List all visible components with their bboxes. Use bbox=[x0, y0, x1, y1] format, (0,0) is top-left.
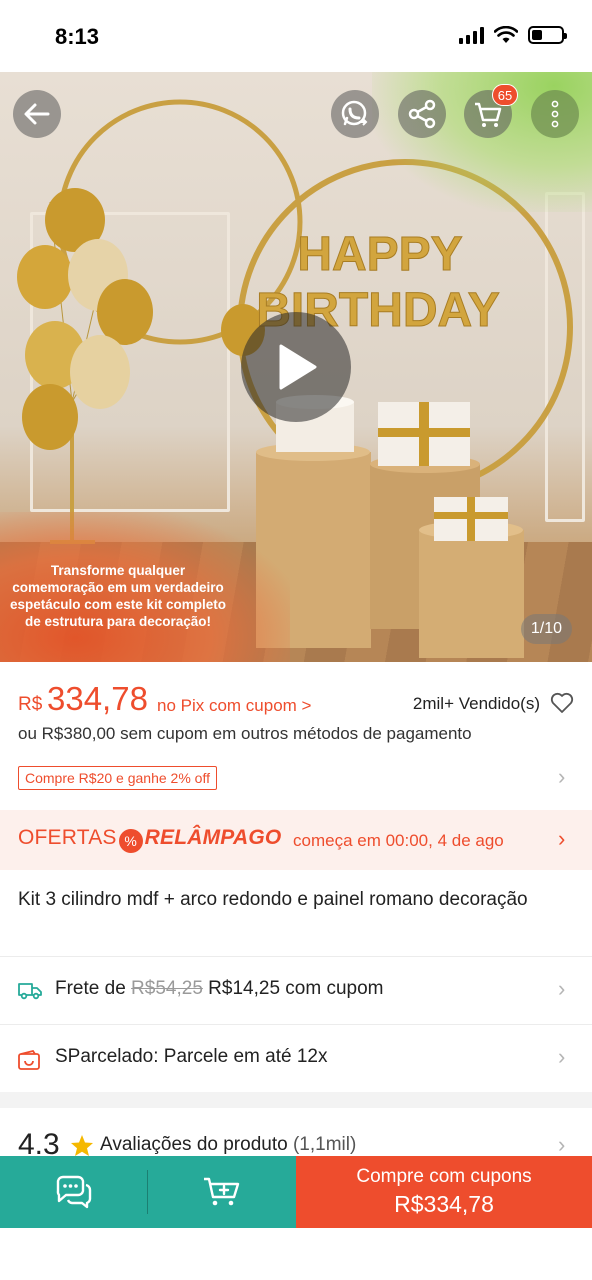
shipping-new-price: R$14,25 com cupom bbox=[208, 978, 384, 999]
section-gap bbox=[0, 1092, 592, 1108]
truck-icon bbox=[18, 983, 42, 1000]
chevron-right-icon[interactable]: › bbox=[558, 1132, 565, 1158]
status-icons bbox=[459, 26, 567, 44]
chevron-right-icon: › bbox=[558, 826, 566, 851]
rating-count: (1,1mil) bbox=[292, 1134, 357, 1155]
cart-count-badge: 65 bbox=[492, 84, 518, 106]
shipping-prefix: Frete de bbox=[55, 978, 126, 999]
flash-sale-title-1: OFERTAS bbox=[18, 826, 117, 849]
flash-sale-title: OFERTAS% RELÂMPAGO bbox=[18, 826, 281, 853]
price-currency: R$ bbox=[18, 694, 43, 715]
promo-text: Transforme qualquer comemoração em um ve… bbox=[9, 563, 227, 629]
chat-icon bbox=[56, 1175, 92, 1209]
star-icon bbox=[71, 1135, 93, 1156]
back-arrow-icon bbox=[24, 103, 50, 125]
svg-text:HAPPY: HAPPY bbox=[297, 228, 462, 281]
sold-count: 2mil+ Vendido(s) bbox=[412, 694, 540, 713]
product-title: Kit 3 cilindro mdf + arco redondo e pain… bbox=[18, 889, 528, 910]
divider bbox=[0, 956, 592, 957]
shipping-text: Frete de R$54,25 R$14,25 com cupom bbox=[55, 978, 384, 1000]
alternative-price: ou R$380,00 sem cupom em outros métodos … bbox=[18, 724, 472, 743]
chevron-right-icon: › bbox=[558, 976, 566, 1001]
shipping-row[interactable]: Frete de R$54,25 R$14,25 com cupom › bbox=[0, 958, 592, 1024]
share-icon bbox=[408, 99, 436, 129]
image-page-indicator: 1/10 bbox=[520, 614, 572, 644]
battery-level bbox=[532, 30, 542, 40]
chevron-right-icon: › bbox=[558, 1044, 566, 1069]
add-to-cart-icon bbox=[204, 1177, 240, 1206]
rating-label[interactable]: Avaliações do produto (1,1mil) bbox=[100, 1134, 356, 1156]
back-button[interactable] bbox=[13, 90, 61, 138]
chat-button[interactable] bbox=[0, 1156, 148, 1228]
play-icon bbox=[279, 344, 317, 390]
more-options-button[interactable] bbox=[531, 90, 579, 138]
add-to-cart-button[interactable] bbox=[148, 1156, 296, 1228]
bottom-action-bar: Compre com cupons R$334,78 bbox=[0, 1156, 592, 1228]
flash-sale-banner[interactable]: OFERTAS% RELÂMPAGO começa em 00:00, 4 de … bbox=[0, 810, 592, 870]
voucher-tag[interactable]: Compre R$20 e ganhe 2% off bbox=[18, 766, 217, 790]
more-vertical-icon bbox=[551, 100, 559, 128]
status-bar: 8:13 bbox=[0, 0, 592, 72]
buy-with-coupons-button[interactable]: Compre com cupons R$334,78 bbox=[296, 1156, 592, 1228]
status-time: 8:13 bbox=[55, 24, 100, 49]
share-button[interactable] bbox=[398, 90, 446, 138]
product-image-carousel[interactable]: HAPPY BIRTHDAY 65 Transforme qualquer co… bbox=[0, 72, 592, 662]
price-section: R$ 334,78 no Pix com cupom > 2mil+ Vendi… bbox=[18, 680, 574, 720]
battery-icon bbox=[528, 26, 567, 44]
flash-sale-time: começa em 00:00, 4 de ago bbox=[293, 831, 504, 850]
play-video-button[interactable] bbox=[241, 312, 351, 422]
rating-label-text: Avaliações do produto bbox=[100, 1134, 288, 1155]
favorite-heart-icon[interactable] bbox=[550, 692, 574, 714]
shipping-old-price: R$54,25 bbox=[131, 978, 203, 999]
installments-row[interactable]: SParcelado: Parcele em até 12x › bbox=[0, 1026, 592, 1092]
wallet-icon bbox=[18, 1050, 40, 1070]
cart-button[interactable]: 65 bbox=[464, 84, 518, 138]
installments-text: SParcelado: Parcele em até 12x bbox=[55, 1046, 328, 1067]
wifi-icon bbox=[494, 26, 518, 43]
buy-button-label: Compre com cupons bbox=[356, 1166, 532, 1187]
whatsapp-icon bbox=[341, 100, 368, 126]
pix-coupon-link[interactable]: no Pix com cupom > bbox=[157, 696, 312, 716]
signal-icon bbox=[459, 26, 484, 44]
price-value: 334,78 bbox=[47, 680, 148, 717]
alarm-clock-icon: % bbox=[118, 829, 143, 853]
flash-sale-title-2: RELÂMPAGO bbox=[144, 826, 282, 849]
whatsapp-share-button[interactable] bbox=[331, 90, 379, 138]
chevron-right-icon[interactable]: › bbox=[558, 764, 565, 790]
buy-button-price: R$334,78 bbox=[394, 1191, 494, 1217]
divider bbox=[0, 1024, 592, 1025]
